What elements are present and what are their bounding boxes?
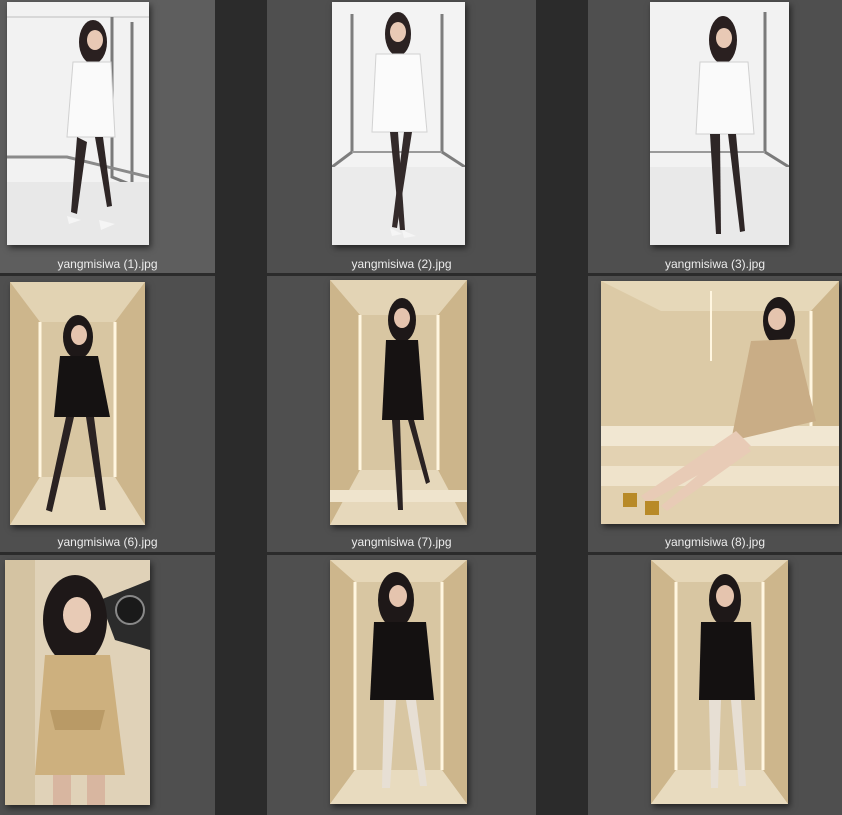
thumbnail-cell[interactable] — [0, 555, 215, 815]
thumbnail-caption: yangmisiwa (1).jpg — [57, 257, 158, 271]
thumbnail-caption: yangmisiwa (2).jpg — [351, 257, 452, 271]
thumbnail-image[interactable] — [651, 560, 788, 804]
thumbnail-cell[interactable]: yangmisiwa (1).jpg — [0, 0, 215, 273]
thumbnail-cell[interactable] — [267, 555, 536, 815]
thumbnail-cell[interactable]: yangmisiwa (8).jpg — [588, 276, 842, 552]
thumbnail-caption: yangmisiwa (3).jpg — [664, 257, 766, 271]
thumbnail-image[interactable] — [330, 560, 467, 804]
thumbnail-image[interactable] — [5, 560, 150, 805]
thumbnail-cell[interactable]: yangmisiwa (6).jpg — [0, 276, 215, 552]
thumbnail-grid: yangmisiwa (1).jpg yangmisiwa (2).jpg ya… — [0, 0, 842, 815]
thumbnail-cell[interactable]: yangmisiwa (3).jpg — [588, 0, 842, 273]
thumbnail-image[interactable] — [332, 2, 465, 245]
thumbnail-caption: yangmisiwa (7).jpg — [351, 535, 452, 549]
thumbnail-caption: yangmisiwa (6).jpg — [57, 535, 158, 549]
thumbnail-image[interactable] — [601, 281, 839, 524]
thumbnail-image[interactable] — [10, 282, 145, 525]
thumbnail-image[interactable] — [7, 2, 149, 245]
thumbnail-cell[interactable]: yangmisiwa (7).jpg — [267, 276, 536, 552]
thumbnail-image[interactable] — [330, 280, 467, 525]
thumbnail-cell[interactable]: yangmisiwa (2).jpg — [267, 0, 536, 273]
thumbnail-image[interactable] — [650, 2, 789, 245]
thumbnail-caption: yangmisiwa (8).jpg — [664, 535, 766, 549]
thumbnail-cell[interactable] — [588, 555, 842, 815]
